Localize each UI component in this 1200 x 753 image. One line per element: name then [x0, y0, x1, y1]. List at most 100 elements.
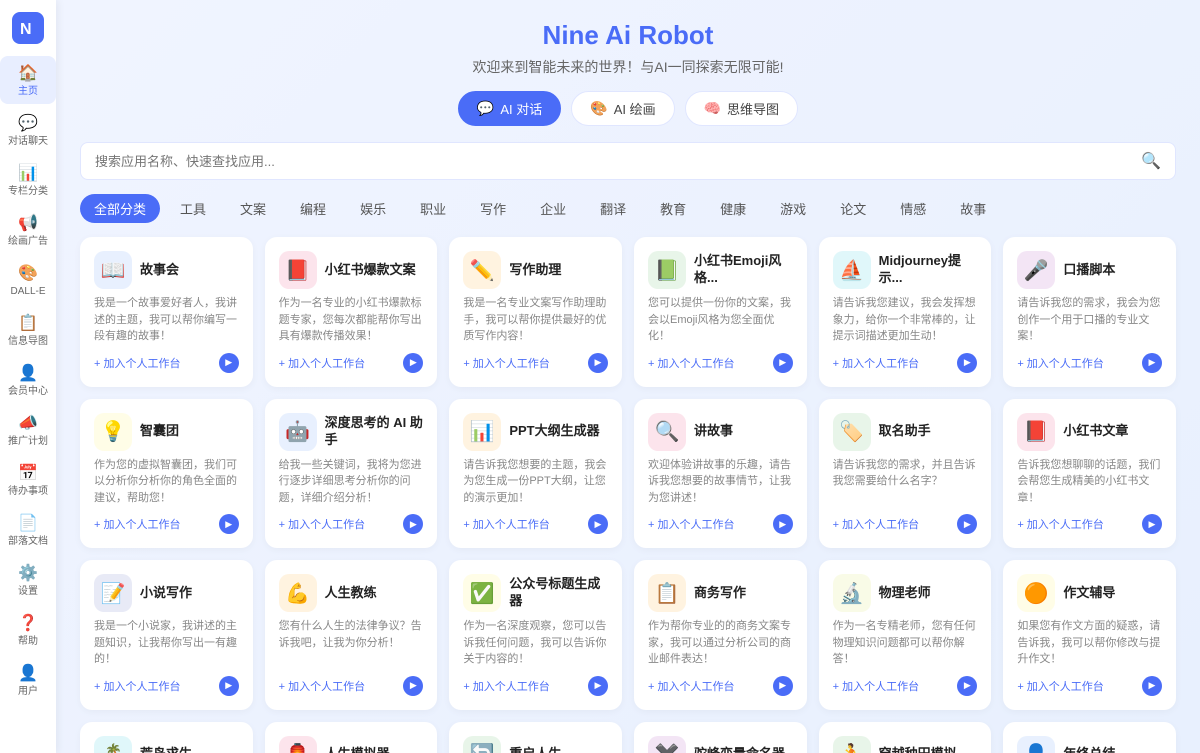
- filter-tab-enterprise[interactable]: 企业: [526, 194, 580, 223]
- card-play-9[interactable]: ▶: [588, 514, 608, 534]
- card-15[interactable]: ✅ 公众号标题生成器 作为一名深度观察，您可以告诉我任何问题，我可以告诉你关于内…: [449, 560, 622, 710]
- card-action-2[interactable]: + 加入个人工作台: [279, 355, 365, 371]
- card-21[interactable]: 🔄 重启人生 我是人生重新规划助手，您给我的角色，我就是开始！ + 加入个人工作…: [449, 722, 622, 753]
- filter-tab-paper[interactable]: 论文: [826, 194, 880, 223]
- card-action-18[interactable]: + 加入个人工作台: [1017, 678, 1103, 694]
- sidebar-item-flow[interactable]: 📋 信息导图: [0, 306, 56, 354]
- card-6[interactable]: 🎤 口播脚本 请告诉我您的需求，我会为您创作一个用于口播的专业文案！ + 加入个…: [1003, 237, 1176, 387]
- card-desc-8: 给我一些关键词，我将为您进行逐步详细思考分析你的问题，详细介绍分析！: [279, 457, 424, 507]
- header-tab-mind[interactable]: 🧠思维导图: [685, 91, 798, 126]
- filter-tab-entertainment[interactable]: 娱乐: [346, 194, 400, 223]
- card-action-12[interactable]: + 加入个人工作台: [1017, 516, 1103, 532]
- card-play-7[interactable]: ▶: [219, 514, 239, 534]
- search-input[interactable]: [95, 154, 1133, 169]
- header-tab-draw[interactable]: 🎨AI 绘画: [571, 91, 674, 126]
- card-action-13[interactable]: + 加入个人工作台: [94, 678, 180, 694]
- page-subtitle: 欢迎来到智能未来的世界！与AI一同探索无限可能!: [80, 57, 1176, 77]
- card-play-5[interactable]: ▶: [957, 353, 977, 373]
- card-13[interactable]: 📝 小说写作 我是一个小说家，我讲述的主题知识，让我帮你写出一有趣的！ + 加入…: [80, 560, 253, 710]
- card-play-2[interactable]: ▶: [403, 353, 423, 373]
- card-7[interactable]: 💡 智囊团 作为您的虚拟智囊团，我们可以分析你分析你的角色全面的建议，帮助您！ …: [80, 399, 253, 549]
- filter-tab-story[interactable]: 故事: [946, 194, 1000, 223]
- card-14[interactable]: 💪 人生教练 您有什么人生的法律争议？告诉我吧，让我为你分析！ + 加入个人工作…: [265, 560, 438, 710]
- card-play-11[interactable]: ▶: [957, 514, 977, 534]
- sidebar-item-doc[interactable]: 📄 部落文档: [0, 506, 56, 554]
- card-action-11[interactable]: + 加入个人工作台: [833, 516, 919, 532]
- filter-tab-all[interactable]: 全部分类: [80, 194, 160, 223]
- card-1[interactable]: 📖 故事会 我是一个故事爱好者人，我讲述的主题，我可以帮你编写一段有趣的故事！ …: [80, 237, 253, 387]
- card-play-14[interactable]: ▶: [403, 676, 423, 696]
- card-action-7[interactable]: + 加入个人工作台: [94, 516, 180, 532]
- sidebar-item-task[interactable]: 📅 待办事项: [0, 456, 56, 504]
- sidebar-item-member[interactable]: 👤 会员中心: [0, 356, 56, 404]
- card-footer-14: + 加入个人工作台 ▶: [279, 676, 424, 696]
- filter-tab-code[interactable]: 编程: [286, 194, 340, 223]
- card-12[interactable]: 📕 小红书文章 告诉我您想聊聊的话题，我们会帮您生成精美的小红书文章！ + 加入…: [1003, 399, 1176, 549]
- filter-tab-copy[interactable]: 文案: [226, 194, 280, 223]
- card-16[interactable]: 📋 商务写作 作为帮你专业的的商务文案专家，我可以通过分析公司的商业邮件表达！ …: [634, 560, 807, 710]
- sidebar-item-promote[interactable]: 📣 推广计划: [0, 406, 56, 454]
- card-22[interactable]: ✖️ 驼峰变量命名器 主要名称处理，您需要给我中文，我会为您生成！ + 加入个人…: [634, 722, 807, 753]
- card-play-6[interactable]: ▶: [1142, 353, 1162, 373]
- card-17[interactable]: 🔬 物理老师 作为一名专精老师，您有任何物理知识问题都可以帮你解答！ + 加入个…: [819, 560, 992, 710]
- card-3[interactable]: ✏️ 写作助理 我是一名专业文案写作助理助手，我可以帮你提供最好的优质写作内容！…: [449, 237, 622, 387]
- filter-tab-career[interactable]: 职业: [406, 194, 460, 223]
- chat-icon: 💬: [17, 112, 39, 134]
- card-23[interactable]: 🏃 穿越种田模拟 我们设计了一个穿越种田模拟的游戏，现在一起来玩！ + 加入个人…: [819, 722, 992, 753]
- card-action-17[interactable]: + 加入个人工作台: [833, 678, 919, 694]
- card-19[interactable]: 🏝️ 荒岛求生 好奇心旺，我就帮你探索如何荒岛求生的故事！ + 加入个人工作台 …: [80, 722, 253, 753]
- card-action-16[interactable]: + 加入个人工作台: [648, 678, 734, 694]
- card-play-1[interactable]: ▶: [219, 353, 239, 373]
- filter-tab-translate[interactable]: 翻译: [586, 194, 640, 223]
- card-play-18[interactable]: ▶: [1142, 676, 1162, 696]
- card-action-6[interactable]: + 加入个人工作台: [1017, 355, 1103, 371]
- sidebar-item-chat[interactable]: 💬 对话聊天: [0, 106, 56, 154]
- filter-tab-education[interactable]: 教育: [646, 194, 700, 223]
- card-20[interactable]: 🏮 人生模拟器 人生选择，面对不同的选择，你想要如何度过，在模拟一个！ + 加入…: [265, 722, 438, 753]
- card-play-15[interactable]: ▶: [588, 676, 608, 696]
- sidebar-item-help[interactable]: ❓ 帮助: [0, 606, 56, 654]
- sidebar-item-dalle[interactable]: 🎨 DALL-E: [0, 256, 56, 304]
- filter-tab-health[interactable]: 健康: [706, 194, 760, 223]
- card-10[interactable]: 🔍 讲故事 欢迎体验讲故事的乐趣，请告诉我您想要的故事情节，让我为您讲述！ + …: [634, 399, 807, 549]
- card-action-5[interactable]: + 加入个人工作台: [833, 355, 919, 371]
- card-11[interactable]: 🏷️ 取名助手 请告诉我您的需求，并且告诉我您需要给什么名字？ + 加入个人工作…: [819, 399, 992, 549]
- card-play-16[interactable]: ▶: [773, 676, 793, 696]
- card-action-9[interactable]: + 加入个人工作台: [463, 516, 549, 532]
- sidebar-item-settings[interactable]: ⚙️ 设置: [0, 556, 56, 604]
- card-2[interactable]: 📕 小红书爆款文案 作为一名专业的小红书爆款标题专家，您每次都能帮你写出具有爆款…: [265, 237, 438, 387]
- header-tab-chat[interactable]: 💬AI 对话: [458, 91, 561, 126]
- card-action-10[interactable]: + 加入个人工作台: [648, 516, 734, 532]
- card-action-1[interactable]: + 加入个人工作台: [94, 355, 180, 371]
- card-8[interactable]: 🤖 深度思考的 AI 助手 给我一些关键词，我将为您进行逐步详细思考分析你的问题…: [265, 399, 438, 549]
- sidebar-item-home[interactable]: 🏠 主页: [0, 56, 56, 104]
- card-play-17[interactable]: ▶: [957, 676, 977, 696]
- search-icon[interactable]: 🔍: [1141, 151, 1161, 171]
- card-action-14[interactable]: + 加入个人工作台: [279, 678, 365, 694]
- filter-tab-tools[interactable]: 工具: [166, 194, 220, 223]
- card-play-4[interactable]: ▶: [773, 353, 793, 373]
- card-18[interactable]: 🟠 作文辅导 如果您有作文方面的疑惑，请告诉我，我可以帮你修改与提升作文！ + …: [1003, 560, 1176, 710]
- card-play-3[interactable]: ▶: [588, 353, 608, 373]
- filter-tab-writing[interactable]: 写作: [466, 194, 520, 223]
- card-action-4[interactable]: + 加入个人工作台: [648, 355, 734, 371]
- card-play-10[interactable]: ▶: [773, 514, 793, 534]
- filter-tab-game[interactable]: 游戏: [766, 194, 820, 223]
- sidebar-item-user[interactable]: 👤 用户: [0, 656, 56, 704]
- card-24[interactable]: 👤 年终总结 告诉我您的职业，让我为您帮助实现业绩年终总结！ + 加入个人工作台…: [1003, 722, 1176, 753]
- app-logo[interactable]: N: [12, 12, 44, 44]
- card-play-12[interactable]: ▶: [1142, 514, 1162, 534]
- card-9[interactable]: 📊 PPT大纲生成器 请告诉我您想要的主题，我会为您生成一份PPT大纲，让您的演…: [449, 399, 622, 549]
- sidebar-item-ad[interactable]: 📢 绘画广告: [0, 206, 56, 254]
- card-action-8[interactable]: + 加入个人工作台: [279, 516, 365, 532]
- card-play-13[interactable]: ▶: [219, 676, 239, 696]
- card-4[interactable]: 📗 小红书Emoji风格... 您可以提供一份你的文案，我会以Emoji风格为您…: [634, 237, 807, 387]
- card-play-8[interactable]: ▶: [403, 514, 423, 534]
- card-5[interactable]: ⛵ Midjourney提示... 请告诉我您建议，我会发挥想象力，给你一个非常…: [819, 237, 992, 387]
- filter-tab-emotion[interactable]: 情感: [886, 194, 940, 223]
- card-footer-3: + 加入个人工作台 ▶: [463, 353, 608, 373]
- card-action-15[interactable]: + 加入个人工作台: [463, 678, 549, 694]
- card-action-3[interactable]: + 加入个人工作台: [463, 355, 549, 371]
- card-desc-18: 如果您有作文方面的疑惑，请告诉我，我可以帮你修改与提升作文！: [1017, 618, 1162, 668]
- sidebar-item-category[interactable]: 📊 专栏分类: [0, 156, 56, 204]
